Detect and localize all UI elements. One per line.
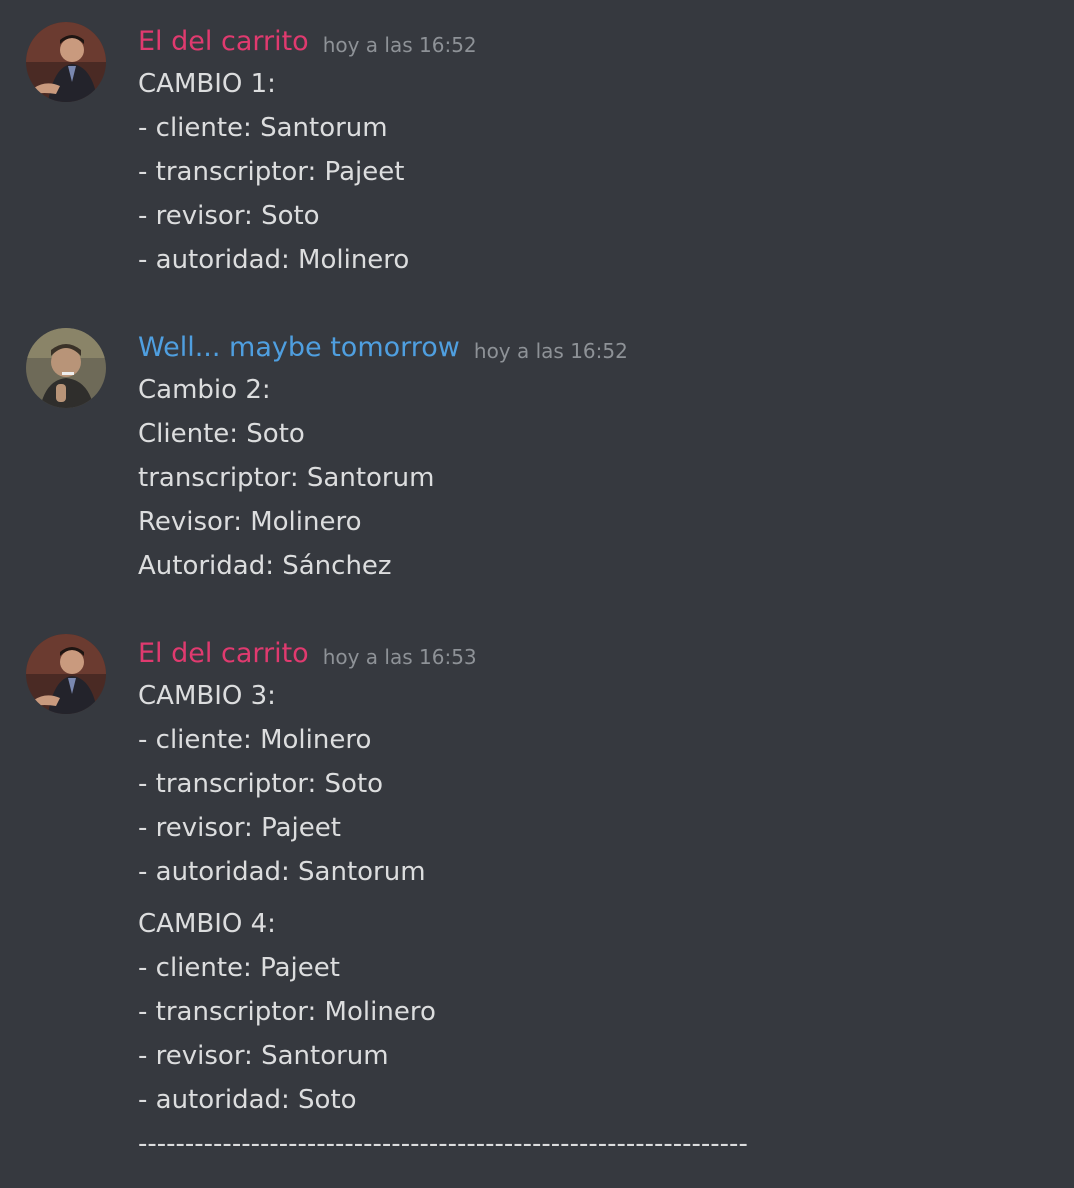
timestamp: hoy a las 16:52 <box>322 33 477 57</box>
user-avatar-man-suit-icon <box>26 634 106 714</box>
avatar[interactable] <box>26 22 106 102</box>
message-header: El del carrito hoy a las 16:53 <box>138 634 477 674</box>
message-content: Cambio 2: Cliente: Soto transcriptor: Sa… <box>138 368 434 588</box>
message-line: - transcriptor: Pajeet <box>138 157 405 187</box>
message-line: Revisor: Molinero <box>138 507 362 537</box>
message-content: CAMBIO 1: - cliente: Santorum - transcri… <box>138 62 409 282</box>
message-line: - revisor: Santorum <box>138 1041 389 1071</box>
message-header: Well... maybe tomorrow hoy a las 16:52 <box>138 328 628 368</box>
user-avatar-man-suit-icon <box>26 22 106 102</box>
message-line: - autoridad: Molinero <box>138 245 410 275</box>
message-line: - cliente: Santorum <box>138 113 388 143</box>
message-content: CAMBIO 3: - cliente: Molinero - transcri… <box>138 674 868 1166</box>
message-line: Cliente: Soto <box>138 419 305 449</box>
message-line: - revisor: Soto <box>138 201 320 231</box>
message-line: Cambio 2: <box>138 375 271 405</box>
message-line: - transcriptor: Soto <box>138 769 384 799</box>
message-line: - cliente: Pajeet <box>138 953 340 983</box>
timestamp: hoy a las 16:52 <box>473 339 628 363</box>
message-line: CAMBIO 1: <box>138 69 276 99</box>
message-line: CAMBIO 3: <box>138 681 276 711</box>
message-line: - autoridad: Santorum <box>138 857 426 887</box>
message-line: CAMBIO 4: <box>138 909 276 939</box>
message-line: transcriptor: Santorum <box>138 463 435 493</box>
username[interactable]: El del carrito <box>138 634 309 674</box>
timestamp: hoy a las 16:53 <box>322 645 477 669</box>
message-line: - autoridad: Soto <box>138 1085 357 1115</box>
username[interactable]: El del carrito <box>138 22 309 62</box>
message-line: - cliente: Molinero <box>138 725 372 755</box>
message-header: El del carrito hoy a las 16:52 <box>138 22 477 62</box>
message-line: - revisor: Pajeet <box>138 813 341 843</box>
chat-messages: El del carrito hoy a las 16:52 CAMBIO 1: … <box>0 0 1074 1188</box>
avatar[interactable] <box>26 634 106 714</box>
avatar[interactable] <box>26 328 106 408</box>
message-line: Autoridad: Sánchez <box>138 551 392 581</box>
user-avatar-man-smoking-icon <box>26 328 106 408</box>
separator-line: ----------------------------------------… <box>138 1129 748 1159</box>
username[interactable]: Well... maybe tomorrow <box>138 328 460 368</box>
message-line: - transcriptor: Molinero <box>138 997 436 1027</box>
